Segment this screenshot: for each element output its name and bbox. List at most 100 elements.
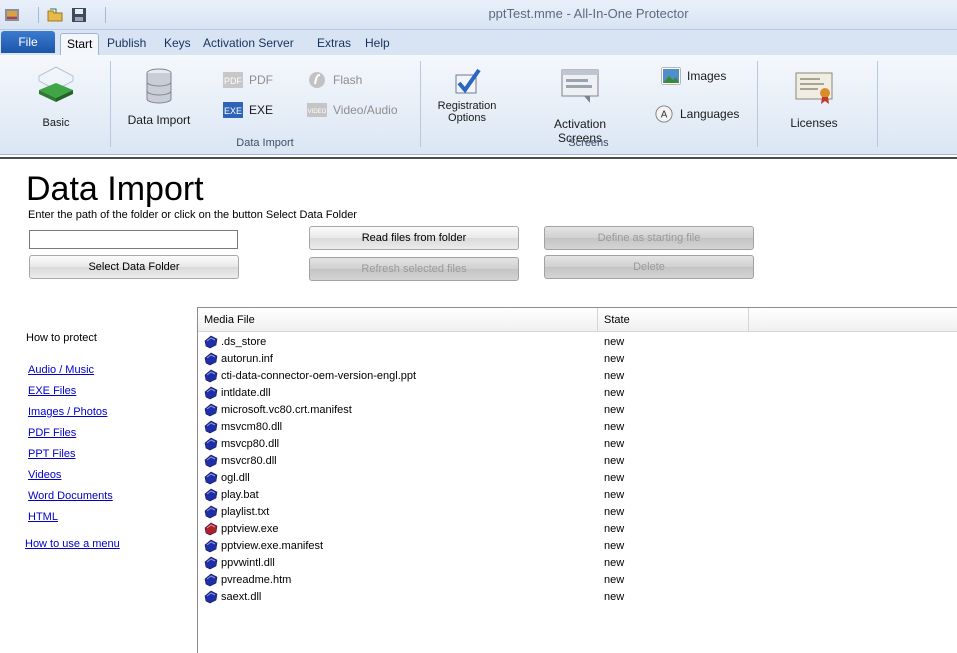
table-row[interactable]: autorun.inf new [198,351,957,368]
pdf-button[interactable]: PDF PDF [223,71,273,89]
link-videos[interactable]: Videos [28,469,113,490]
media-file-cell: saext.dll [204,590,261,604]
tab-extras[interactable]: Extras [311,33,357,55]
tab-activation-server[interactable]: Activation Server [197,33,300,55]
table-row[interactable]: pvreadme.htm new [198,572,957,589]
data-import-label: Data Import [127,113,191,127]
media-file-cell: cti-data-connector-oem-version-engl.ppt [204,369,416,383]
activation-screens-button[interactable]: Activation Screens [532,67,628,145]
select-data-folder-button[interactable]: Select Data Folder [29,255,239,279]
table-row[interactable]: saext.dll new [198,589,957,606]
state-cell: new [604,574,625,586]
link-how-to-use-menu[interactable]: How to use a menu [25,538,120,550]
group-label-data-import: Data Import [236,137,294,149]
database-icon [146,68,172,104]
languages-button[interactable]: A Languages [654,105,739,123]
media-file-cell: ogl.dll [204,471,250,485]
state-cell: new [604,506,625,518]
link-pdf-files[interactable]: PDF Files [28,427,113,448]
page-title: Data Import [26,170,204,208]
table-row[interactable]: msvcm80.dll new [198,419,957,436]
column-header-state[interactable]: State [598,308,749,332]
link-audio-music[interactable]: Audio / Music [28,364,113,385]
ribbon-separator [757,61,758,147]
ribbon-separator [877,61,878,147]
link-html[interactable]: HTML [28,511,113,532]
table-row[interactable]: ogl.dll new [198,470,957,487]
licenses-button[interactable]: Licenses [780,69,848,131]
svg-text:A: A [661,110,668,121]
exe-button[interactable]: EXE EXE [223,101,273,119]
flash-button[interactable]: Flash [307,71,362,89]
table-row[interactable]: cti-data-connector-oem-version-engl.ppt n… [198,368,957,385]
table-row[interactable]: .ds_store new [198,334,957,351]
link-exe-files[interactable]: EXE Files [28,385,113,406]
state-cell: new [604,557,625,569]
table-row[interactable]: msvcp80.dll new [198,436,957,453]
blue-file-icon [204,437,218,451]
table-row[interactable]: play.bat new [198,487,957,504]
images-button[interactable]: Images [661,67,726,85]
table-row[interactable]: msvcr80.dll new [198,453,957,470]
media-file-name: ppvwintl.dll [221,557,275,569]
tab-start[interactable]: Start [60,33,100,55]
state-cell: new [604,591,625,603]
media-file-name: msvcr80.dll [221,455,277,467]
ribbon-separator [420,61,421,147]
state-cell: new [604,489,625,501]
table-row[interactable]: ppvwintl.dll new [198,555,957,572]
media-file-name: saext.dll [221,591,262,603]
tab-keys[interactable]: Keys [158,33,197,55]
images-label: Images [687,69,727,83]
blue-file-icon [204,335,218,349]
folder-path-input[interactable] [29,230,238,249]
certificate-icon [795,72,833,104]
media-file-name: play.bat [221,489,259,501]
flash-icon [309,72,325,88]
refresh-selected-files-button[interactable]: Refresh selected files [309,257,519,281]
exe-icon: EXE [223,102,243,118]
link-images-photos[interactable]: Images / Photos [28,406,113,427]
media-file-name: msvcm80.dll [221,421,283,433]
tab-help[interactable]: Help [359,33,396,55]
language-icon: A [655,105,673,123]
link-word-documents[interactable]: Word Documents [28,490,113,511]
green-cube-icon [38,66,74,102]
state-cell: new [604,540,625,552]
media-file-cell: pvreadme.htm [204,573,291,587]
blue-file-icon [204,590,218,604]
tab-publish[interactable]: Publish [101,33,152,55]
table-row[interactable]: pptview.exe new [198,521,957,538]
table-row[interactable]: microsoft.vc80.crt.manifest new [198,402,957,419]
link-ppt-files[interactable]: PPT Files [28,448,113,469]
instruction-text: Enter the path of the folder or click on… [28,209,357,221]
blue-file-icon [204,488,218,502]
table-row[interactable]: intldate.dll new [198,385,957,402]
pdf-label: PDF [249,73,273,87]
media-file-cell: ppvwintl.dll [204,556,275,570]
registration-options-button[interactable]: Registration Options [432,67,502,129]
video-audio-button[interactable]: VIDEO Video/Audio [307,101,398,119]
define-starting-file-button[interactable]: Define as starting file [544,226,754,250]
blue-file-icon [204,420,218,434]
media-file-name: pptview.exe.manifest [221,540,324,552]
data-import-button[interactable]: Data Import [126,67,192,129]
blue-file-icon [204,403,218,417]
media-file-table[interactable]: Media File State .ds_store new autorun.inf… [197,307,957,653]
media-file-cell: pptview.exe [204,522,278,536]
read-files-button[interactable]: Read files from folder [309,226,519,250]
media-file-name: intldate.dll [221,387,271,399]
delete-button[interactable]: Delete [544,255,754,279]
media-file-name: autorun.inf [221,353,273,365]
file-tab[interactable]: File [1,31,55,53]
state-cell: new [604,472,625,484]
media-file-cell: microsoft.vc80.crt.manifest [204,403,352,417]
table-row[interactable]: pptview.exe.manifest new [198,538,957,555]
column-header-media-file[interactable]: Media File [198,308,598,332]
table-row[interactable]: playlist.txt new [198,504,957,521]
media-file-name: ogl.dll [221,472,250,484]
state-cell: new [604,387,625,399]
blue-file-icon [204,386,218,400]
basic-button[interactable]: Basic [22,63,90,131]
media-file-name: cti-data-connector-oem-version-engl.ppt [221,370,417,382]
